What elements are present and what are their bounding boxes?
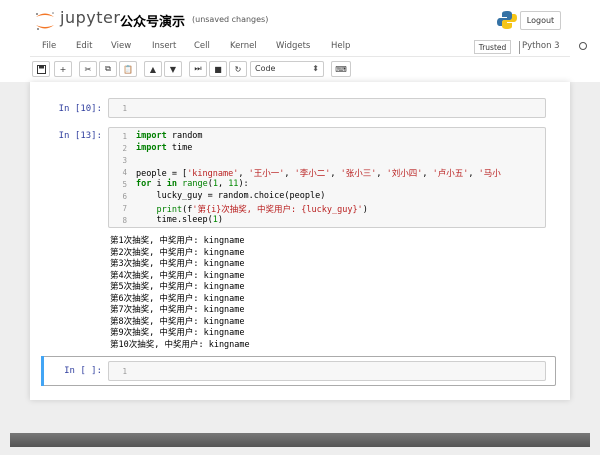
add-cell-icon[interactable]: + <box>54 61 72 77</box>
code-line: import time <box>136 143 193 153</box>
restart-icon[interactable]: ↻ <box>229 61 247 77</box>
kernel-idle-icon <box>579 42 587 50</box>
output-line: 第5次抽奖, 中奖用户: kingname <box>110 282 245 292</box>
line-number: 7 <box>122 204 127 213</box>
logout-button[interactable]: Logout <box>520 11 561 30</box>
output-line: 第9次抽奖, 中奖用户: kingname <box>110 328 245 338</box>
toolbar: + ✂ ⧉ 📋 ▲ ▼ ⏭ ■ ↻ Code ⬍ ⌨ <box>30 60 570 80</box>
output-line: 第1次抽奖, 中奖用户: kingname <box>110 236 245 246</box>
python-logo-icon <box>497 11 517 29</box>
cell-type-value: Code <box>255 64 276 73</box>
cell-type-select[interactable]: Code ⬍ <box>250 61 324 77</box>
paste-icon[interactable]: 📋 <box>119 61 137 77</box>
code-cell-input[interactable]: 1 <box>108 98 546 118</box>
code-line: for i in range(1, 11): <box>136 179 249 189</box>
save-icon[interactable] <box>32 61 50 77</box>
code-cell-input[interactable]: 1 <box>108 361 546 381</box>
kernel-name[interactable]: Python 3 <box>522 41 560 51</box>
cell-prompt: In [ ]: <box>64 366 102 376</box>
code-line: import random <box>136 131 203 141</box>
code-line: time.sleep(1) <box>136 215 224 225</box>
line-number: 5 <box>122 180 127 189</box>
menu-file[interactable]: File <box>42 41 56 51</box>
window-bottom-edge <box>10 433 590 447</box>
line-number: 6 <box>122 192 127 201</box>
kernel-separator <box>519 41 520 54</box>
output-line: 第7次抽奖, 中奖用户: kingname <box>110 305 245 315</box>
output-line: 第3次抽奖, 中奖用户: kingname <box>110 259 245 269</box>
save-status: (unsaved changes) <box>192 15 269 24</box>
cell-prompt: In [10]: <box>58 104 102 114</box>
line-number: 3 <box>122 156 127 165</box>
menu-widgets[interactable]: Widgets <box>276 41 310 51</box>
trusted-indicator[interactable]: Trusted <box>474 40 511 54</box>
menu-kernel[interactable]: Kernel <box>230 41 257 51</box>
menu-cell[interactable]: Cell <box>194 41 210 51</box>
line-number: 4 <box>122 168 127 177</box>
cut-icon[interactable]: ✂ <box>79 61 97 77</box>
run-icon[interactable]: ⏭ <box>189 61 207 77</box>
code-line: lucky_guy = random.choice(people) <box>136 191 326 201</box>
menu-insert[interactable]: Insert <box>152 41 176 51</box>
code-cell-input[interactable]: 1 2 3 4 5 6 7 8 import random import tim… <box>108 127 546 228</box>
line-number: 2 <box>122 144 127 153</box>
stop-icon[interactable]: ■ <box>209 61 227 77</box>
menu-view[interactable]: View <box>111 41 131 51</box>
line-number: 1 <box>122 132 127 141</box>
line-number: 1 <box>122 104 127 113</box>
chevron-down-icon: ⬍ <box>312 64 319 73</box>
cell-prompt: In [13]: <box>58 131 102 141</box>
jupyter-logo-text[interactable]: jupyter <box>60 8 120 27</box>
code-line: print(f'第{i}次抽奖, 中奖用户: {lucky_guy}') <box>156 205 368 215</box>
move-up-icon[interactable]: ▲ <box>144 61 162 77</box>
keyboard-icon[interactable]: ⌨ <box>331 61 351 77</box>
line-number: 1 <box>122 367 127 376</box>
menu-edit[interactable]: Edit <box>76 41 92 51</box>
code-line: people = ['kingname', '王小一', '李小二', '张小三… <box>136 169 501 179</box>
move-down-icon[interactable]: ▼ <box>164 61 182 77</box>
output-line: 第10次抽奖, 中奖用户: kingname <box>110 340 250 350</box>
menu-help[interactable]: Help <box>331 41 350 51</box>
notebook-title[interactable]: 公众号演示 <box>120 11 185 30</box>
copy-icon[interactable]: ⧉ <box>99 61 117 77</box>
jupyter-logo-icon[interactable] <box>34 11 56 31</box>
line-number: 8 <box>122 216 127 225</box>
header: jupyter 公众号演示 (unsaved changes) Logout <box>0 0 600 38</box>
menubar: File Edit View Insert Cell Kernel Widget… <box>30 38 587 57</box>
